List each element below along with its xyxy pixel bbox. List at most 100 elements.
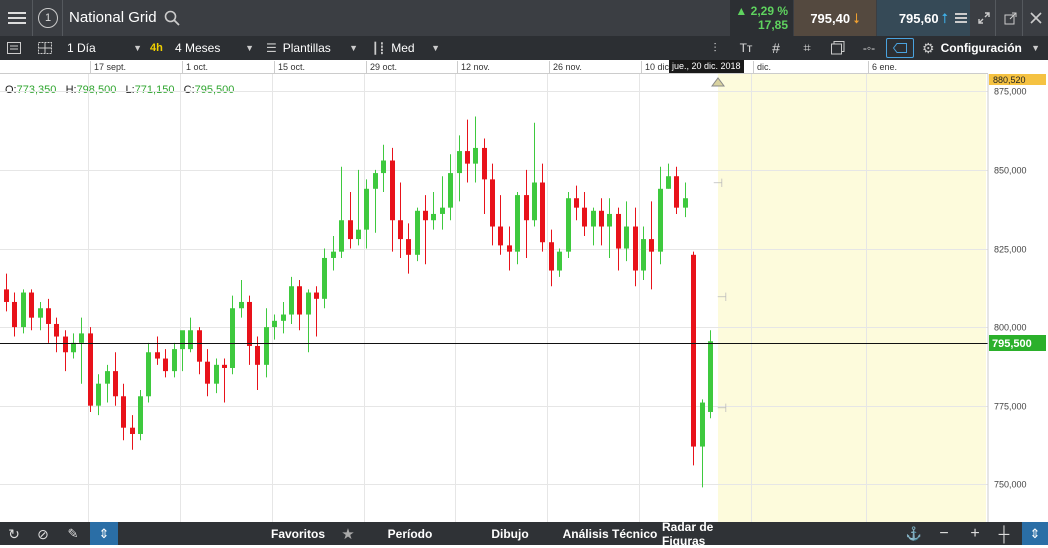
candle-body — [465, 151, 470, 164]
candle — [264, 308, 269, 378]
expand-icon[interactable] — [975, 9, 993, 27]
candle — [29, 289, 34, 331]
candle-body — [130, 427, 135, 434]
candle — [88, 327, 93, 412]
candle-body — [205, 361, 210, 384]
date-tick-label: 15 oct. — [274, 61, 305, 73]
step-badge[interactable]: 1 — [38, 8, 58, 28]
compare-icon[interactable]: ⌗ — [799, 40, 815, 56]
candle-body — [616, 213, 621, 249]
period-button[interactable]: Período — [370, 522, 450, 545]
candle-body — [633, 226, 638, 271]
candle — [582, 191, 587, 236]
candle-body — [197, 330, 202, 362]
date-tick-label: 1 oct. — [182, 61, 208, 73]
cancel-icon[interactable]: ⊘ — [34, 525, 52, 543]
candle-body — [79, 333, 84, 343]
settings-button[interactable]: ⚙ Configuración ▼ — [922, 36, 1046, 60]
candle — [222, 358, 227, 403]
candlestick-chart[interactable]: 875,000 850,000 825,000 800,000 775,000 750,0… — [0, 74, 1048, 522]
popout-icon[interactable] — [1001, 9, 1019, 27]
candle-body — [364, 188, 369, 230]
candle — [4, 273, 9, 312]
reset-icon[interactable]: ↻ — [5, 525, 23, 543]
candle-body — [549, 242, 554, 271]
pattern-radar-button[interactable]: Radar de Figuras — [662, 520, 758, 548]
candle — [406, 223, 411, 274]
tag-icon[interactable] — [886, 38, 914, 58]
target-icon[interactable]: -◦- — [861, 40, 877, 56]
instrument-name[interactable]: National Grid — [69, 9, 157, 26]
candle — [540, 163, 545, 252]
zoom-out-icon[interactable]: − — [935, 525, 953, 543]
date-tick-label: 26 nov. — [549, 61, 582, 73]
candle-body — [247, 301, 252, 346]
candle — [155, 336, 160, 365]
anchor-icon[interactable]: ⚓ — [905, 525, 923, 543]
candle-body — [239, 301, 244, 309]
candle — [197, 327, 202, 375]
candle — [683, 182, 688, 218]
candle-body — [381, 160, 386, 174]
candle — [172, 342, 177, 378]
candle — [700, 399, 705, 488]
layers-icon[interactable] — [830, 40, 846, 56]
candle — [498, 195, 503, 255]
candle-body — [448, 173, 453, 208]
candle-body — [574, 198, 579, 208]
candle-body — [515, 195, 520, 252]
search-icon[interactable] — [163, 9, 181, 27]
zoom-in-icon[interactable]: + — [966, 525, 984, 543]
candle-body — [582, 207, 587, 227]
candle-body — [38, 308, 43, 318]
sell-button[interactable]: 795,40 ⭣ — [794, 0, 876, 36]
pencil-icon[interactable]: ✎ — [64, 525, 82, 543]
candle-body — [21, 292, 26, 328]
interval-badge[interactable]: 4h — [150, 36, 163, 60]
bottom-toolbar: ↻ ⊘ ✎ ⇕ Favoritos ★ Período Dibujo Análi… — [0, 520, 1048, 548]
minimize-icon[interactable] — [952, 9, 970, 27]
crosshair-grid-icon[interactable]: # — [768, 40, 784, 56]
candle-body — [96, 383, 101, 406]
y-tick-label: 800,000 — [994, 323, 1027, 333]
templates-label: Plantillas — [282, 41, 331, 55]
range-select[interactable]: 4 Meses ▼ — [170, 36, 258, 60]
projection-marker-icon: ⊣ — [717, 290, 727, 304]
candle-body — [674, 176, 679, 208]
grid-icon[interactable] — [37, 41, 53, 55]
candle — [390, 147, 395, 252]
technical-analysis-button[interactable]: Análisis Técnico — [562, 522, 658, 545]
candle — [289, 276, 294, 324]
star-icon[interactable]: ★ — [338, 524, 358, 544]
up-arrow-icon: ⭡ — [941, 9, 949, 26]
candle — [532, 122, 537, 227]
autoscale-icon[interactable]: ⇕ — [90, 522, 118, 545]
chart-type-select[interactable]: ┃┋ Med ▼ — [372, 36, 444, 60]
change-panel: ▲ 2,29 % 17,85 — [730, 0, 793, 36]
drawing-button[interactable]: Dibujo — [474, 522, 546, 545]
candle-body — [415, 210, 420, 255]
candle — [46, 298, 51, 343]
chevron-down-icon: ▼ — [245, 43, 254, 53]
close-icon[interactable] — [1027, 9, 1045, 27]
text-size-icon[interactable]: Tт — [737, 40, 755, 56]
gear-icon: ⚙ — [922, 39, 935, 56]
candle — [96, 374, 101, 416]
cursor-date-label: jue., 20 dic. 2018 — [669, 60, 744, 73]
candle-body — [398, 220, 403, 240]
price-scale-icon[interactable]: ⫶ — [707, 40, 723, 56]
chevron-down-icon: ▼ — [1031, 43, 1040, 53]
candle-body — [607, 213, 612, 227]
candle — [188, 317, 193, 353]
candle — [113, 352, 118, 406]
vertical-scale-icon[interactable]: ⇕ — [1022, 522, 1048, 545]
layout-icon[interactable] — [6, 41, 22, 55]
templates-select[interactable]: ☰ Plantillas ▼ — [266, 36, 362, 60]
projection-marker-icon: ⊣ — [717, 401, 727, 415]
menu-icon[interactable] — [6, 8, 28, 28]
candle — [482, 138, 487, 214]
favorites-button[interactable]: Favoritos — [262, 522, 334, 545]
candle-body — [641, 239, 646, 271]
interval-select[interactable]: 1 Día ▼ — [62, 36, 146, 60]
crosshair-icon[interactable]: ┼ — [995, 525, 1013, 543]
